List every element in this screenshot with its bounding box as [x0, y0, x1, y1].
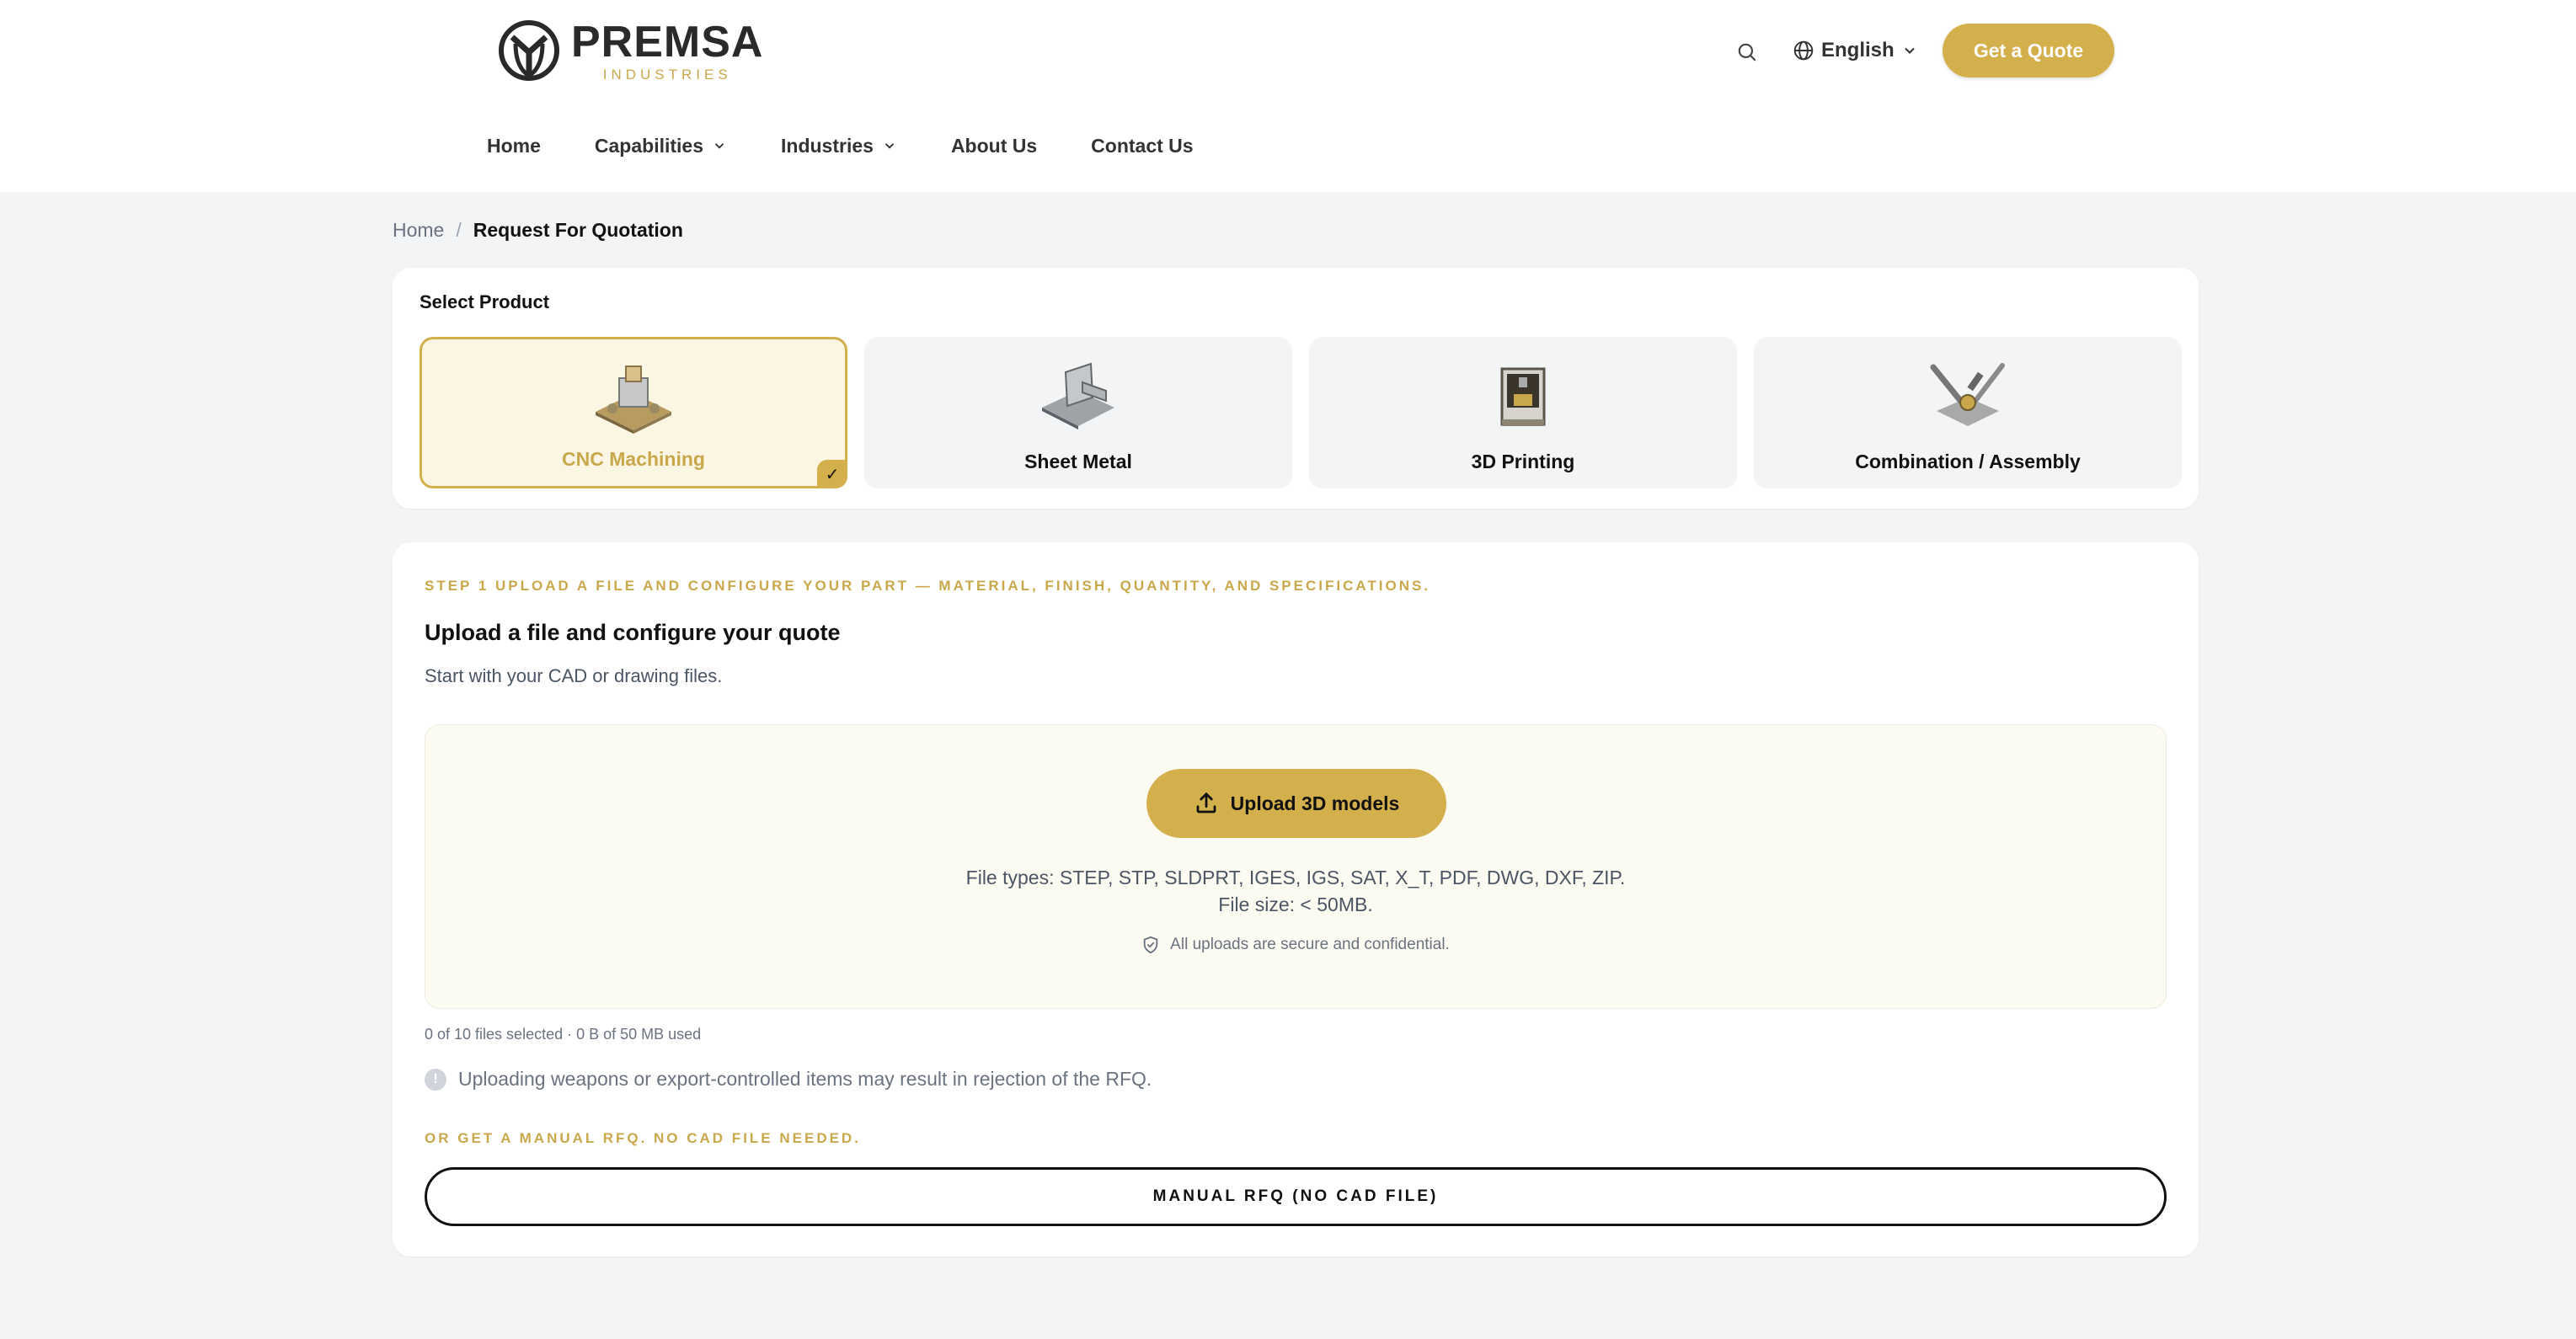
select-product-card: Select Product CNC Machining ✓ Sheet Met…: [393, 268, 2199, 509]
main-nav: Home Capabilities Industries About Us Co…: [487, 126, 1248, 165]
files-count-status: 0 of 10 files selected · 0 B of 50 MB us…: [425, 1026, 702, 1043]
brand-wordmark: PREMSA INDUSTRIES: [571, 20, 763, 82]
breadcrumb: Home / Request For Quotation: [393, 219, 683, 242]
nav-item-label: Home: [487, 134, 541, 157]
assembly-tools-icon: [1930, 363, 2005, 426]
nav-item-capabilities[interactable]: Capabilities: [595, 135, 727, 157]
search-icon: [1738, 43, 1756, 61]
export-warning: ! Uploading weapons or export-controlled…: [425, 1068, 1152, 1091]
product-tile-label: CNC Machining: [562, 448, 705, 470]
nav-item-contact-us[interactable]: Contact Us: [1091, 135, 1193, 157]
site-header: PREMSA INDUSTRIES English Get a Quote Ho…: [0, 0, 2576, 192]
manual-rfq-label: OR GET A MANUAL RFQ. NO CAD FILE NEEDED.: [425, 1130, 861, 1146]
step-title: Upload a file and configure your quote: [425, 620, 841, 645]
product-tile-combination-assembly[interactable]: Combination / Assembly: [1754, 337, 2182, 488]
brand-name: PREMSA: [571, 17, 764, 67]
upload-3d-models-button[interactable]: Upload 3D models: [1146, 769, 1446, 838]
breadcrumb-current: Request For Quotation: [473, 219, 683, 241]
nav-item-label: About Us: [950, 134, 1038, 157]
secure-note: All uploads are secure and confidential.: [425, 936, 2166, 954]
product-tile-label: Combination / Assembly: [1855, 451, 2081, 472]
upload-button-label: Upload 3D models: [1230, 792, 1400, 814]
nav-item-label: Contact Us: [1091, 134, 1194, 157]
breadcrumb-separator: /: [456, 219, 462, 241]
breadcrumb-home-link[interactable]: Home: [393, 219, 444, 242]
file-size-text: File size: < 50MB.: [1218, 894, 1373, 915]
step-subtitle: Start with your CAD or drawing files.: [425, 665, 723, 686]
search-button[interactable]: [1732, 37, 1762, 67]
chevron-down-icon: [714, 143, 724, 149]
chevron-down-icon: [1904, 47, 1915, 54]
product-tile-label: Sheet Metal: [1024, 451, 1132, 472]
brand-logo[interactable]: PREMSA INDUSTRIES: [497, 17, 763, 84]
info-icon: !: [425, 1068, 446, 1091]
product-tile-3d-printing[interactable]: 3D Printing: [1309, 337, 1737, 488]
nav-item-label: Capabilities: [594, 134, 704, 157]
product-tiles: CNC Machining ✓ Sheet Metal 3D Printing: [420, 337, 2182, 488]
secure-note-text: All uploads are secure and confidential.: [1170, 936, 1450, 953]
cnc-machining-icon: [596, 365, 671, 434]
product-tile-cnc-machining[interactable]: CNC Machining ✓: [420, 337, 847, 488]
get-a-quote-button[interactable]: Get a Quote: [1943, 24, 2114, 77]
shield-check-icon: [1143, 936, 1158, 954]
export-warning-text: Uploading weapons or export-controlled i…: [458, 1068, 1152, 1090]
manual-rfq-button[interactable]: MANUAL RFQ (NO CAD FILE): [425, 1167, 2167, 1226]
file-dropzone[interactable]: Upload 3D models File types: STEP, STP, …: [425, 724, 2167, 1009]
nav-item-about-us[interactable]: About Us: [951, 135, 1037, 157]
selected-check-icon: ✓: [817, 460, 847, 488]
file-types-text: File types: STEP, STP, SLDPRT, IGES, IGS…: [965, 867, 1626, 888]
language-selector[interactable]: English: [1793, 34, 1918, 67]
chevron-down-icon: [884, 143, 895, 149]
3d-printer-icon: [1500, 367, 1546, 426]
product-tile-sheet-metal[interactable]: Sheet Metal: [864, 337, 1292, 488]
nav-item-label: Industries: [781, 134, 874, 157]
brand-tagline: INDUSTRIES: [602, 66, 732, 83]
premsa-logo-icon: [499, 20, 559, 81]
nav-item-home[interactable]: Home: [487, 135, 541, 157]
product-tile-label: 3D Printing: [1471, 451, 1575, 472]
sheet-metal-icon: [1042, 362, 1114, 429]
language-label: English: [1821, 39, 1895, 61]
select-product-title: Select Product: [420, 291, 550, 312]
upload-icon: [1196, 792, 1216, 814]
upload-step-card: STEP 1 UPLOAD A FILE AND CONFIGURE YOUR …: [393, 542, 2199, 1256]
step-label: STEP 1 UPLOAD A FILE AND CONFIGURE YOUR …: [425, 578, 1431, 594]
nav-item-industries[interactable]: Industries: [781, 135, 897, 157]
globe-icon: [1793, 40, 1814, 61]
